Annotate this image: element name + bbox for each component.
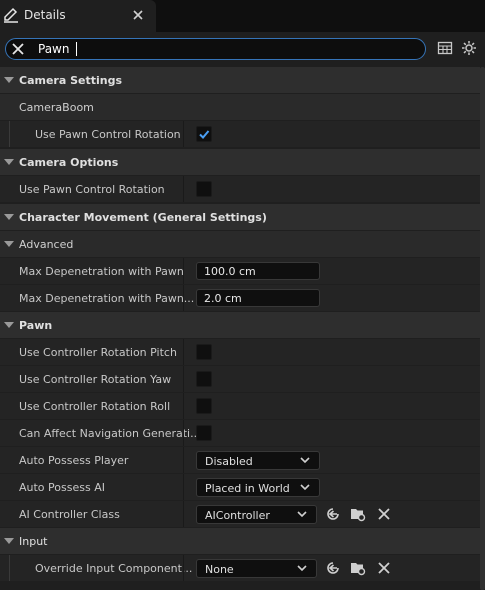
category-label: Camera Options xyxy=(19,156,119,169)
indent-guide xyxy=(9,121,10,147)
checkbox-can-affect-navigation[interactable] xyxy=(196,425,212,441)
checkbox-use-controller-rotation-pitch[interactable] xyxy=(196,344,212,360)
subcategory-label: CameraBoom xyxy=(19,101,94,114)
category-camera-options[interactable]: Camera Options xyxy=(0,149,480,175)
column-divider[interactable] xyxy=(183,393,184,419)
text-caret xyxy=(76,42,77,56)
checkbox-use-controller-rotation-roll[interactable] xyxy=(196,398,212,414)
dropdown-auto-possess-player[interactable]: Disabled xyxy=(196,451,320,470)
scrollbar-thumb[interactable] xyxy=(480,67,485,590)
vertical-scrollbar[interactable] xyxy=(480,67,485,590)
dropdown-ai-controller-class[interactable]: AIController xyxy=(196,505,317,524)
use-selected-arrow-icon[interactable] xyxy=(325,560,341,576)
chevron-down-icon xyxy=(300,484,310,491)
expand-arrow-icon[interactable] xyxy=(4,241,14,247)
property-row-use-controller-rotation-roll: Use Controller Rotation Roll xyxy=(0,393,480,419)
checkmark-icon xyxy=(199,130,210,139)
category-camera-settings[interactable]: Camera Settings xyxy=(0,67,480,93)
property-label: Use Pawn Control Rotation xyxy=(35,128,181,141)
property-row-ai-controller-class: AI Controller Class AIController xyxy=(0,501,480,527)
expand-arrow-icon[interactable] xyxy=(4,322,14,328)
column-divider[interactable] xyxy=(183,366,184,392)
numeric-field-max-depenetration-pawn[interactable]: 100.0 cm xyxy=(196,262,320,280)
column-divider[interactable] xyxy=(183,420,184,446)
column-divider[interactable] xyxy=(183,121,184,147)
dropdown-override-input-component[interactable]: None xyxy=(196,559,317,578)
dropdown-value: Placed in World xyxy=(205,482,290,495)
clear-search-icon[interactable] xyxy=(12,43,24,55)
property-row-use-pawn-control-rotation-camera: Use Pawn Control Rotation xyxy=(0,176,480,202)
dropdown-auto-possess-ai[interactable]: Placed in World xyxy=(196,478,320,497)
checkbox-use-controller-rotation-yaw[interactable] xyxy=(196,371,212,387)
property-label: Use Controller Rotation Pitch xyxy=(19,346,177,359)
pencil-icon xyxy=(4,7,18,23)
property-label: Max Depenetration with Pawn... xyxy=(19,292,195,305)
column-divider[interactable] xyxy=(183,339,184,365)
property-row-auto-possess-ai: Auto Possess AI Placed in World xyxy=(0,474,480,500)
search-input[interactable] xyxy=(38,40,408,58)
expand-arrow-icon[interactable] xyxy=(4,214,14,220)
indent-guide xyxy=(9,555,10,581)
numeric-field-max-depenetration-pawn-2[interactable]: 2.0 cm xyxy=(196,289,320,307)
property-row-can-affect-navigation: Can Affect Navigation Generati... xyxy=(0,420,480,446)
clear-x-icon[interactable] xyxy=(376,560,392,576)
category-pawn[interactable]: Pawn xyxy=(0,312,480,338)
property-label: Auto Possess Player xyxy=(19,454,129,467)
category-label: Camera Settings xyxy=(19,74,123,87)
column-divider[interactable] xyxy=(183,447,184,473)
property-label: AI Controller Class xyxy=(19,508,120,521)
property-label: Use Controller Rotation Yaw xyxy=(19,373,172,386)
property-row-auto-possess-player: Auto Possess Player Disabled xyxy=(0,447,480,473)
column-divider[interactable] xyxy=(183,555,184,581)
property-row-use-controller-rotation-pitch: Use Controller Rotation Pitch xyxy=(0,339,480,365)
chevron-down-icon xyxy=(297,565,307,572)
browse-folder-icon[interactable] xyxy=(350,560,366,576)
category-label: Input xyxy=(19,535,48,548)
property-label: Use Pawn Control Rotation xyxy=(19,183,165,196)
subcategory-advanced[interactable]: Advanced xyxy=(0,231,480,257)
browse-folder-icon[interactable] xyxy=(350,506,366,522)
column-divider[interactable] xyxy=(183,258,184,284)
subcategory-label: Advanced xyxy=(19,238,74,251)
category-label: Character Movement (General Settings) xyxy=(19,211,267,224)
column-divider[interactable] xyxy=(183,285,184,311)
subcategory-cameraboom[interactable]: CameraBoom xyxy=(0,94,480,120)
dropdown-value: None xyxy=(205,563,234,576)
property-label: Can Affect Navigation Generati... xyxy=(19,427,201,440)
search-box[interactable] xyxy=(5,38,426,60)
dropdown-value: Disabled xyxy=(205,455,253,468)
property-label: Override Input Component... xyxy=(35,562,193,575)
property-row-use-controller-rotation-yaw: Use Controller Rotation Yaw xyxy=(0,366,480,392)
expand-arrow-icon[interactable] xyxy=(4,538,14,544)
settings-gear-icon[interactable] xyxy=(461,40,477,56)
category-label: Pawn xyxy=(19,319,53,332)
property-row-max-depenetration-pawn-2: Max Depenetration with Pawn... 2.0 cm xyxy=(0,285,480,311)
property-row-override-input-component: Override Input Component... None xyxy=(0,555,480,581)
expand-arrow-icon[interactable] xyxy=(4,77,14,83)
chevron-down-icon xyxy=(300,457,310,464)
property-label: Auto Possess AI xyxy=(19,481,105,494)
dropdown-value: AIController xyxy=(205,509,270,522)
clear-x-icon[interactable] xyxy=(376,506,392,522)
checkbox-use-pawn-control-rotation-boom[interactable] xyxy=(196,126,212,142)
use-selected-arrow-icon[interactable] xyxy=(325,506,341,522)
expand-arrow-icon[interactable] xyxy=(4,159,14,165)
category-character-movement[interactable]: Character Movement (General Settings) xyxy=(0,204,480,230)
column-divider[interactable] xyxy=(183,176,184,202)
property-row-use-pawn-control-rotation-boom: Use Pawn Control Rotation xyxy=(0,121,480,147)
property-label: Use Controller Rotation Roll xyxy=(19,400,171,413)
checkbox-use-pawn-control-rotation-camera[interactable] xyxy=(196,181,212,197)
tab-title: Details xyxy=(24,8,66,22)
table-view-icon[interactable] xyxy=(437,40,453,56)
chevron-down-icon xyxy=(297,511,307,518)
category-input[interactable]: Input xyxy=(0,528,480,554)
close-icon[interactable] xyxy=(132,9,144,21)
property-label: Max Depenetration with Pawn xyxy=(19,265,184,278)
tab-details[interactable]: Details xyxy=(0,0,156,32)
property-row-max-depenetration-pawn: Max Depenetration with Pawn 100.0 cm xyxy=(0,258,480,284)
column-divider[interactable] xyxy=(183,474,184,500)
tab-bar: Details xyxy=(0,0,485,32)
column-divider[interactable] xyxy=(183,501,184,527)
